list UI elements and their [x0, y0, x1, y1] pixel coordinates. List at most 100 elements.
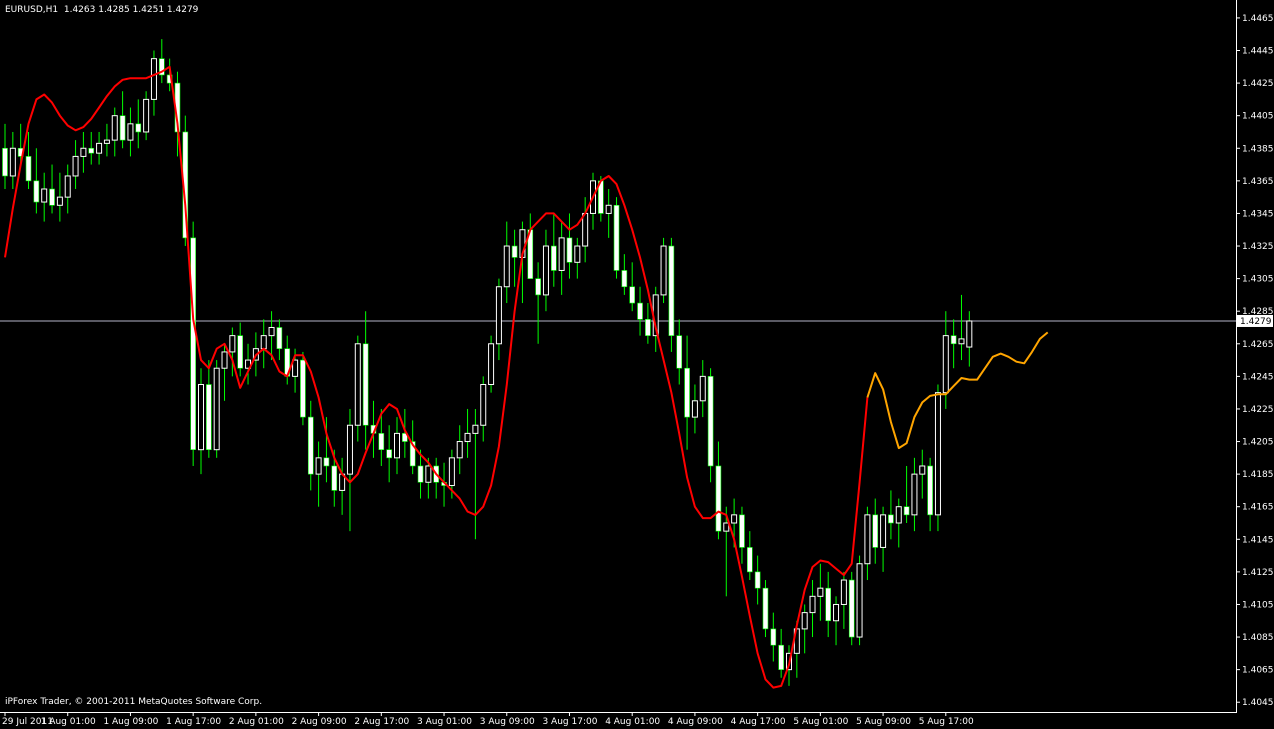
candle-body-bull — [934, 392, 941, 516]
candle[interactable] — [934, 384, 941, 532]
candle-body-bull — [809, 595, 816, 614]
candle[interactable] — [354, 335, 361, 442]
price-tick-label: 1.4365 — [1242, 177, 1274, 187]
candle-body-bear — [362, 343, 369, 426]
candle-body-bear — [135, 123, 142, 133]
candle-body-bull — [840, 579, 847, 605]
price-tick-label: 1.4065 — [1242, 666, 1274, 676]
candle-body-bull — [111, 115, 118, 141]
price-chart[interactable]: 1.4465 1.4445 1.4425 1.4405 1.4385 1.4365 1.43… — [0, 0, 1274, 729]
candle-body-bear — [535, 278, 541, 296]
candle-body-bull — [801, 612, 808, 630]
candle-body-bear — [676, 335, 683, 369]
candle-body-bear — [323, 457, 330, 467]
candle-body-bull — [574, 245, 581, 263]
time-tick-label: 2 Aug 09:00 — [292, 717, 347, 727]
candle[interactable] — [856, 555, 863, 646]
candle-body-bull — [495, 286, 502, 345]
price-tick-label: 1.4185 — [1242, 470, 1274, 480]
candle-body-bear — [621, 270, 628, 288]
candle-body-bull — [880, 514, 887, 548]
candle-body-bull — [354, 343, 361, 426]
candle-body-bear — [903, 506, 910, 516]
candle-body-bull — [56, 196, 63, 206]
candle[interactable] — [213, 360, 220, 458]
candle-body-bull — [221, 351, 228, 369]
candle-body-bull — [96, 142, 103, 154]
price-tick-label: 1.4345 — [1242, 209, 1274, 219]
candle-body-bull — [143, 98, 150, 133]
price-tick-label: 1.4265 — [1242, 340, 1274, 350]
candle-body-bear — [715, 465, 722, 532]
candle-body-bear — [119, 115, 126, 141]
time-tick-label: 5 Aug 01:00 — [793, 717, 848, 727]
candle-body-bull — [315, 457, 322, 475]
price-tick-label: 1.4125 — [1242, 568, 1274, 578]
candle-body-bull — [958, 338, 965, 345]
candle-body-bull — [127, 123, 134, 141]
candle[interactable] — [668, 237, 675, 352]
candle-body-bull — [605, 204, 612, 214]
time-tick-label: 3 Aug 09:00 — [480, 717, 535, 727]
candle-body-bear — [378, 433, 385, 450]
candle-body-bear — [49, 188, 55, 206]
candle-body-bear — [331, 465, 338, 491]
candle[interactable] — [660, 237, 667, 304]
candle[interactable] — [190, 221, 196, 466]
candle-body-bull — [213, 367, 220, 451]
candle-body-bear — [33, 180, 40, 203]
time-tick-label: 1 Aug 17:00 — [166, 717, 221, 727]
time-tick-label: 2 Aug 17:00 — [354, 717, 409, 727]
candle-body-bear — [645, 319, 651, 336]
candle-body-bull — [864, 514, 871, 565]
time-tick-label: 4 Aug 17:00 — [731, 717, 786, 727]
candle-body-bear — [2, 147, 8, 177]
candle-body-bull — [150, 58, 157, 100]
candle-body-bear — [888, 514, 894, 524]
price-tick-label: 1.4405 — [1242, 112, 1274, 122]
candle-body-bull — [699, 375, 706, 402]
candle-body-bull — [542, 245, 549, 296]
time-tick-label: 4 Aug 09:00 — [668, 717, 723, 727]
candle-body-bear — [707, 376, 714, 467]
candle-body-bear — [746, 547, 753, 573]
candle-body-bear — [613, 204, 620, 271]
candle-body-bear — [276, 327, 283, 349]
candle-body-bear — [629, 286, 636, 304]
symbol-ohlc-header: EURUSD,H1 1.4263 1.4285 1.4251 1.4279 — [5, 5, 198, 15]
candle-body-bear — [386, 449, 392, 459]
candle-body-bull — [198, 384, 204, 451]
price-tick-label: 1.4465 — [1242, 14, 1274, 24]
candle-body-bull — [456, 441, 463, 459]
candle-body-bull — [229, 335, 236, 353]
current-price-label: 1.4279 — [1240, 317, 1272, 327]
candle-body-bear — [511, 245, 518, 258]
candle-body-bear — [206, 384, 212, 450]
candle[interactable] — [848, 571, 855, 646]
candle-body-bear — [754, 571, 761, 589]
candle-body-bull — [480, 384, 487, 426]
time-tick-label: 3 Aug 17:00 — [542, 717, 597, 727]
candle[interactable] — [762, 580, 769, 638]
candle-body-bull — [488, 343, 495, 386]
candle-body-bear — [668, 245, 675, 336]
candle-body-bear — [417, 465, 424, 483]
candle[interactable] — [707, 368, 714, 483]
price-tick-label: 1.4245 — [1242, 372, 1274, 382]
candle-body-bull — [660, 245, 667, 296]
candle-body-bull — [731, 514, 738, 524]
candle[interactable] — [300, 351, 306, 426]
candle-body-bear — [770, 628, 777, 646]
time-tick-label: 1 Aug 09:00 — [103, 717, 158, 727]
candle[interactable] — [613, 197, 620, 279]
time-tick-label: 5 Aug 09:00 — [856, 717, 911, 727]
candle-body-bear — [848, 579, 855, 638]
candle-body-bull — [582, 212, 589, 247]
candle[interactable] — [488, 335, 495, 393]
symbol-timeframe: EURUSD,H1 — [5, 5, 59, 15]
candle-body-bear — [927, 465, 933, 516]
candle-body-bull — [856, 563, 863, 638]
candle-body-bull — [41, 188, 48, 203]
candle-body-bull — [394, 432, 400, 459]
candle-body-bull — [346, 424, 353, 475]
